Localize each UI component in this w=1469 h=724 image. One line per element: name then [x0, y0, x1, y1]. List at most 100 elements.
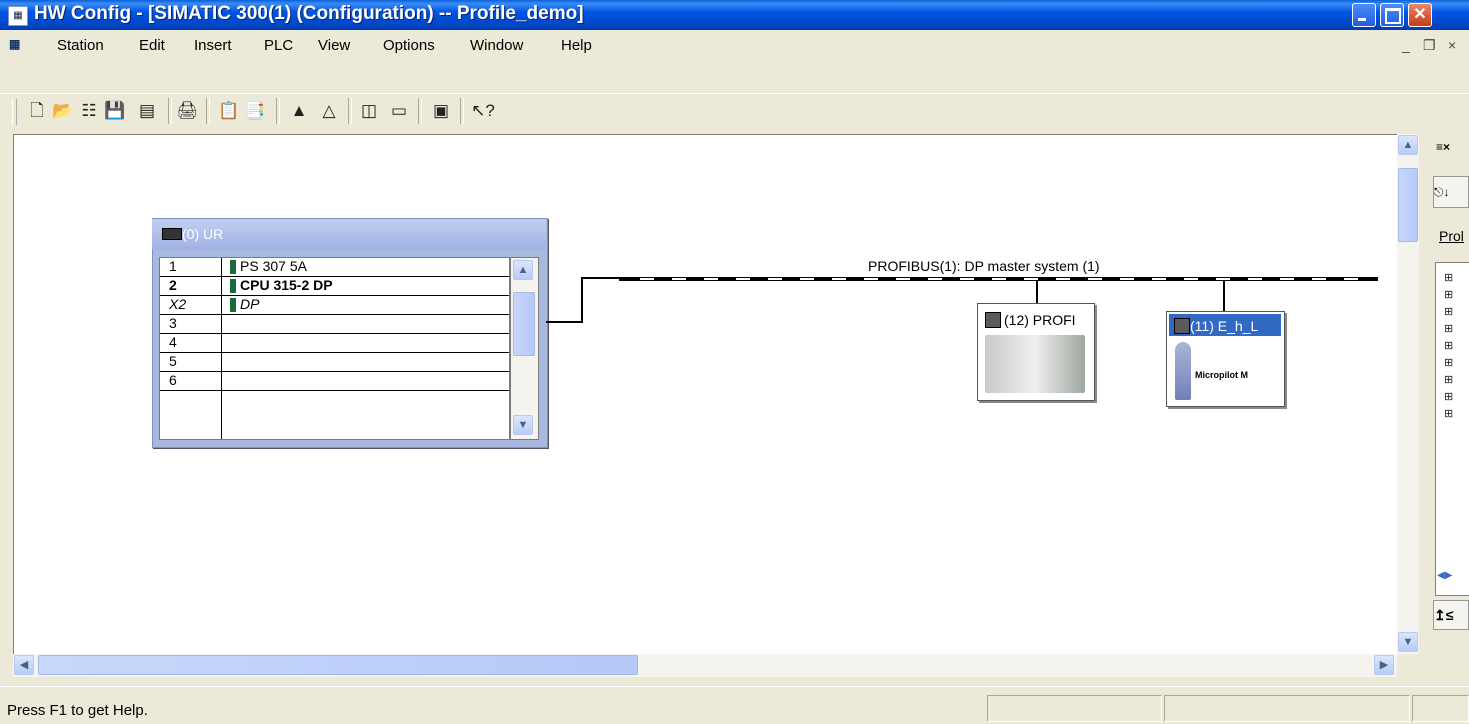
bus-segment	[672, 278, 686, 280]
dock-icon[interactable]: ↥≤	[1433, 600, 1469, 630]
slave-connector	[1036, 281, 1038, 303]
rack-icon	[162, 228, 182, 240]
document-icon[interactable]: ▦	[9, 37, 27, 53]
bus-segment	[1056, 278, 1070, 280]
bus-segment	[928, 278, 942, 280]
rack-row[interactable]: 6	[160, 372, 509, 391]
rack-row[interactable]: 2 CPU 315-2 DP	[160, 277, 509, 296]
bus-segment	[1312, 278, 1326, 280]
window-title: HW Config - [SIMATIC 300(1) (Configurati…	[34, 3, 584, 24]
slot-number: 6	[169, 372, 177, 388]
scroll-thumb[interactable]	[38, 655, 638, 675]
bus-segment	[800, 278, 814, 280]
dp-link-line	[581, 277, 583, 323]
rack-row[interactable]: 4	[160, 334, 509, 353]
mdi-close-button[interactable]: ×	[1448, 37, 1456, 53]
slave-icon	[985, 312, 1001, 328]
menu-plc[interactable]: PLC	[264, 37, 293, 54]
close-button[interactable]: ✕	[1408, 3, 1432, 27]
bus-segment	[1216, 278, 1230, 280]
slot-number: 2	[169, 277, 177, 293]
mdi-restore-button[interactable]: ❐	[1423, 37, 1436, 54]
minimize-button[interactable]	[1352, 3, 1376, 27]
status-panel	[1164, 695, 1410, 722]
menu-help[interactable]: Help	[561, 37, 592, 54]
module-name: PS 307 5A	[240, 258, 307, 274]
catalog-icon[interactable]: ◫	[356, 98, 382, 124]
new-icon[interactable]: 🗋	[24, 98, 50, 124]
help-pointer-icon[interactable]: ↖?	[470, 98, 496, 124]
bus-segment	[960, 278, 974, 280]
paste-icon[interactable]: 📑	[242, 98, 268, 124]
slave-title: (11) E_h_L	[1190, 318, 1259, 334]
scroll-thumb[interactable]	[1398, 168, 1418, 242]
tree-expanders[interactable]: ⊞ ⊞ ⊞ ⊞ ⊞ ⊞ ⊞ ⊞ ⊞	[1444, 270, 1454, 423]
menu-station[interactable]: Station	[57, 37, 104, 54]
module-icon[interactable]: ▭	[386, 98, 412, 124]
bus-segment	[992, 278, 1006, 280]
upload-icon[interactable]: ▲	[286, 98, 312, 124]
open-icon[interactable]: 📂	[50, 98, 76, 124]
toolbar-grip[interactable]	[12, 99, 17, 125]
maximize-button[interactable]	[1380, 3, 1404, 27]
bus-segment	[1344, 278, 1358, 280]
slave-caption: Micropilot M	[1195, 370, 1248, 380]
copy-icon[interactable]: 📋	[216, 98, 242, 124]
rack-table[interactable]: 1 PS 307 5A 2 CPU 315-2 DP X2 DP 3 4 5 6	[159, 257, 510, 440]
scroll-down-icon[interactable]: ▼	[1398, 632, 1418, 652]
menu-options[interactable]: Options	[383, 37, 435, 54]
pane-close-icon[interactable]: ≡×	[1436, 140, 1466, 154]
micropilot-icon	[1175, 342, 1191, 400]
vertical-scrollbar[interactable]: ▲ ▼	[1397, 134, 1419, 654]
resize-grip[interactable]	[1412, 695, 1469, 722]
print-icon[interactable]: 🖨	[174, 98, 200, 124]
scroll-right-icon[interactable]: ▶	[1374, 655, 1394, 675]
download-icon[interactable]: ▤	[134, 98, 160, 124]
slave-connector	[1223, 281, 1225, 311]
bus-segment	[1280, 278, 1294, 280]
menu-window[interactable]: Window	[470, 37, 523, 54]
rack-row[interactable]: 5	[160, 353, 509, 372]
profile-label[interactable]: Prol	[1439, 228, 1464, 244]
slot-number: 1	[169, 258, 177, 274]
slot-number: 5	[169, 353, 177, 369]
scroll-down-icon[interactable]: ▼	[513, 415, 533, 435]
bus-segment	[1248, 278, 1262, 280]
bus-segment	[704, 278, 718, 280]
app-icon: ▦	[8, 6, 28, 26]
mdi-minimize-button[interactable]: _	[1402, 37, 1410, 53]
dp-link-line	[546, 321, 582, 323]
rack-row[interactable]: X2 DP	[160, 296, 509, 315]
tree-scroll-icon[interactable]: ◀▶	[1437, 570, 1452, 588]
toolbar-separator	[418, 98, 422, 124]
menu-insert[interactable]: Insert	[194, 37, 232, 54]
slave-title: (12) PROFI	[1004, 312, 1076, 328]
rack-scrollbar[interactable]: ▲ ▼	[510, 257, 539, 440]
toolbar-separator	[276, 98, 280, 124]
rack-row[interactable]: 3	[160, 315, 509, 334]
rack-title: (0) UR	[182, 226, 224, 242]
module-icon	[230, 298, 236, 312]
scroll-up-icon[interactable]: ▲	[1398, 135, 1418, 155]
toolbar-separator	[206, 98, 210, 124]
module-icon	[230, 260, 236, 274]
scroll-corner	[1397, 654, 1419, 677]
save-icon[interactable]: 💾	[102, 98, 128, 124]
scroll-left-icon[interactable]: ◀	[14, 655, 34, 675]
rack-row[interactable]: 1 PS 307 5A	[160, 258, 509, 277]
slot-number: X2	[169, 296, 187, 312]
menu-view[interactable]: View	[318, 37, 350, 54]
bus-segment	[832, 278, 846, 280]
network-icon[interactable]: ☷	[76, 98, 102, 124]
scroll-thumb[interactable]	[513, 292, 535, 356]
bus-segment	[1152, 278, 1166, 280]
scroll-up-icon[interactable]: ▲	[513, 260, 533, 280]
horizontal-scrollbar[interactable]: ◀ ▶	[13, 654, 1397, 677]
find-icon[interactable]: ⎋↓	[1433, 176, 1469, 208]
netpro-icon[interactable]: ▣	[428, 98, 454, 124]
radar-sensor-icon	[985, 335, 1085, 393]
station-icon[interactable]: △	[316, 98, 342, 124]
status-text: Press F1 to get Help.	[7, 702, 148, 719]
menu-edit[interactable]: Edit	[139, 37, 165, 54]
bus-segment	[1088, 278, 1102, 280]
